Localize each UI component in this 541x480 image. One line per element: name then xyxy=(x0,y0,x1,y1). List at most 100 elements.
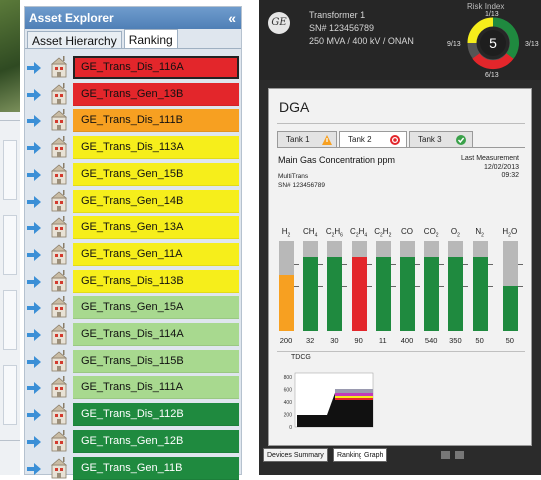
gas-level-bar[interactable] xyxy=(400,241,420,331)
navigate-arrow-icon[interactable] xyxy=(27,409,41,422)
threshold-tick xyxy=(487,286,493,287)
warning-icon xyxy=(322,135,332,145)
ranking-row[interactable]: GE_Trans_Dis_113A xyxy=(25,136,241,160)
gas-value: 200 xyxy=(279,336,293,345)
gas-value: 32 xyxy=(306,336,315,345)
threshold-tick xyxy=(415,286,420,287)
tdcg-chart[interactable]: 800 600 400 200 0 xyxy=(277,371,377,435)
ranking-row[interactable]: GE_Trans_Gen_15B xyxy=(25,162,241,186)
threshold-tick xyxy=(390,286,396,287)
navigate-arrow-icon[interactable] xyxy=(27,88,41,101)
tab-graph[interactable]: Graph xyxy=(361,448,388,462)
gas-level-bar[interactable] xyxy=(448,241,469,331)
threshold-tick xyxy=(390,263,396,265)
side-panel-box xyxy=(3,290,17,350)
ranking-row[interactable]: GE_Trans_Gen_11B xyxy=(25,456,241,480)
asset-name: GE_Trans_Dis_114A xyxy=(73,323,239,346)
threshold-tick xyxy=(342,286,348,287)
gas-level-bar[interactable] xyxy=(375,241,396,331)
gas-level-bar[interactable] xyxy=(279,241,299,331)
side-panel-box xyxy=(3,140,17,200)
asset-name: GE_Trans_Gen_12B xyxy=(73,429,239,453)
navigate-arrow-icon[interactable] xyxy=(27,115,41,128)
navigate-arrow-icon[interactable] xyxy=(27,248,41,261)
threshold-tick xyxy=(342,263,348,265)
ranking-row[interactable]: GE_Trans_Gen_13B xyxy=(25,82,241,106)
asset-name: GE_Trans_Dis_112B xyxy=(73,403,239,427)
navigate-arrow-icon[interactable] xyxy=(27,168,41,181)
ranking-row[interactable]: GE_Trans_Gen_15A xyxy=(25,296,241,320)
ranking-row[interactable]: GE_Trans_Gen_13A xyxy=(25,216,241,240)
tdcg-tick-label: 0 xyxy=(289,425,292,431)
threshold-tick xyxy=(318,286,324,287)
divider xyxy=(277,123,525,124)
navigate-arrow-icon[interactable] xyxy=(27,302,41,315)
ranking-row[interactable]: GE_Trans_Dis_112B xyxy=(25,403,241,427)
tab-tank-1[interactable]: Tank 1 xyxy=(277,131,337,147)
navigate-arrow-icon[interactable] xyxy=(27,62,41,74)
gas-level-bar[interactable] xyxy=(351,241,372,331)
asset-explorer-title: Asset Explorer xyxy=(29,11,114,25)
navigate-arrow-icon[interactable] xyxy=(27,329,41,341)
tdcg-series-low xyxy=(297,415,327,427)
navigate-arrow-icon[interactable] xyxy=(27,275,41,288)
gas-label: CO xyxy=(401,227,413,236)
ranking-row[interactable]: GE_Trans_Dis_115B xyxy=(25,349,241,373)
side-panel-box xyxy=(3,215,17,275)
navigate-arrow-icon[interactable] xyxy=(27,142,41,155)
navigate-arrow-icon[interactable] xyxy=(27,355,41,368)
device-serial: SN# 123456789 xyxy=(278,182,325,189)
asset-name: GE_Trans_Dis_113A xyxy=(73,136,239,160)
ranking-row[interactable]: GE_Trans_Gen_14B xyxy=(25,189,241,213)
navigate-arrow-icon[interactable] xyxy=(27,435,41,448)
navigate-arrow-icon[interactable] xyxy=(27,382,41,395)
transformer-header: GE Transformer 1 SN# 123456789 250 MVA /… xyxy=(259,0,541,80)
gas-level-bar[interactable] xyxy=(472,241,493,331)
gas-level-bar[interactable] xyxy=(424,241,445,331)
transformer-building-icon xyxy=(51,349,67,372)
threshold-tick xyxy=(415,263,420,265)
risk-segment-red xyxy=(472,53,514,70)
gas-value: 540 xyxy=(424,336,438,345)
ranking-row[interactable]: GE_Trans_Dis_111B xyxy=(25,109,241,133)
ranking-row[interactable]: GE_Trans_Dis_116A xyxy=(25,56,241,79)
tab-ranking[interactable]: Ranking xyxy=(123,29,178,48)
collapse-panel-icon[interactable]: « xyxy=(228,7,236,29)
gas-level-bar[interactable] xyxy=(303,241,324,331)
divider xyxy=(277,351,525,352)
gas-level-bar[interactable] xyxy=(502,241,523,331)
tdcg-title: TDCG xyxy=(291,354,311,361)
explorer-tabs: Asset Hierarchy Ranking xyxy=(25,29,241,49)
ranking-row[interactable]: GE_Trans_Dis_111A xyxy=(25,376,241,400)
gas-label: CH4 xyxy=(303,227,318,239)
tdcg-tick-label: 400 xyxy=(284,400,293,406)
asset-name: GE_Trans_Gen_13A xyxy=(73,216,239,240)
tab-tank-3[interactable]: Tank 3 xyxy=(409,131,473,147)
gas-level-bar[interactable] xyxy=(327,241,348,331)
gas-label: CO2 xyxy=(423,227,439,239)
risk-index-gauge[interactable]: 5 xyxy=(462,14,526,72)
risk-left-count: 9/13 xyxy=(447,41,461,48)
tank-tab-label: Tank 1 xyxy=(286,135,310,144)
navigate-arrow-icon[interactable] xyxy=(27,222,41,235)
transformer-building-icon xyxy=(51,242,67,265)
tab-devices-summary[interactable]: Devices Summary xyxy=(263,448,328,462)
asset-name: GE_Trans_Dis_116A xyxy=(73,56,239,79)
ranking-row[interactable]: GE_Trans_Gen_12B xyxy=(25,429,241,453)
last-measurement-time: 09:32 xyxy=(501,172,519,179)
ranking-row[interactable]: GE_Trans_Dis_113B xyxy=(25,269,241,293)
tab-tank-2[interactable]: Tank 2 xyxy=(339,131,407,148)
gas-level-fill xyxy=(424,257,440,331)
navigate-arrow-icon[interactable] xyxy=(27,462,41,475)
tdcg-series-band-gray xyxy=(335,389,373,393)
transformer-rating: 250 MVA / 400 kV / ONAN xyxy=(309,36,414,46)
ranking-row[interactable]: GE_Trans_Gen_11A xyxy=(25,242,241,266)
asset-name: GE_Trans_Dis_113B xyxy=(73,269,239,293)
status-indicator xyxy=(455,451,464,459)
navigate-arrow-icon[interactable] xyxy=(27,195,41,208)
tab-asset-hierarchy[interactable]: Asset Hierarchy xyxy=(27,31,122,48)
gas-value: 400 xyxy=(400,336,414,345)
transformer-building-icon xyxy=(51,56,67,78)
tdcg-tick-label: 600 xyxy=(284,388,293,394)
ranking-row[interactable]: GE_Trans_Dis_114A xyxy=(25,323,241,346)
